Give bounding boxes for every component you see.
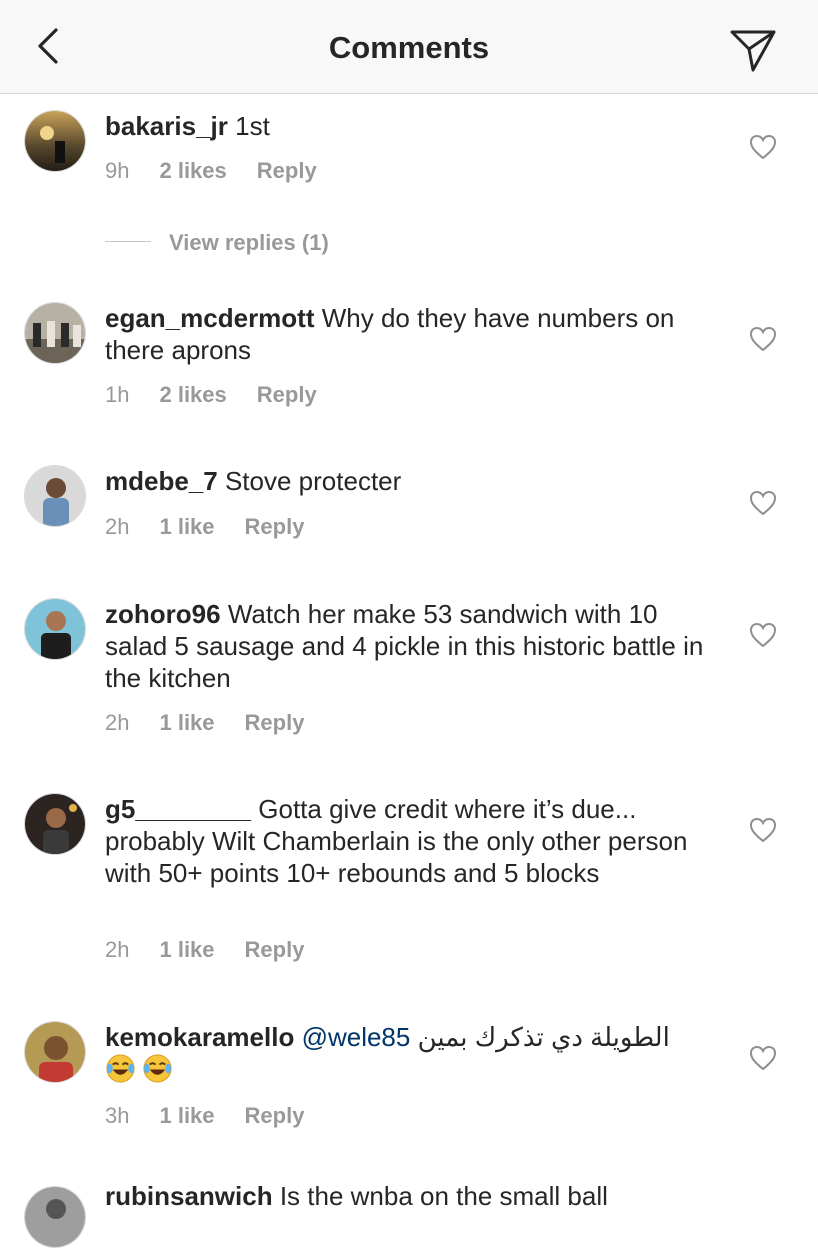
- direct-send-button[interactable]: [726, 24, 780, 76]
- reply-button[interactable]: Reply: [245, 937, 305, 962]
- avatar[interactable]: [24, 110, 86, 172]
- comment-username[interactable]: egan_mcdermott: [105, 303, 315, 333]
- mention-link[interactable]: @wele85: [302, 1022, 411, 1052]
- comment-text: الطويلة دي تذكرك بمين: [417, 1022, 670, 1052]
- likes-count[interactable]: 1 like: [159, 937, 214, 962]
- avatar[interactable]: [24, 465, 86, 527]
- comment-username[interactable]: bakaris_jr: [105, 111, 228, 141]
- comment-username[interactable]: rubinsanwich: [105, 1181, 273, 1211]
- heart-icon[interactable]: [749, 490, 777, 516]
- view-replies-button[interactable]: View replies (1): [105, 230, 329, 258]
- page-title: Comments: [328, 30, 490, 65]
- likes-count[interactable]: 1 like: [159, 514, 214, 539]
- comment-time: 1h: [105, 382, 130, 407]
- paper-plane-icon: [730, 30, 776, 72]
- divider-line: [105, 240, 151, 242]
- comment-time: 3h: [105, 1103, 130, 1128]
- heart-icon[interactable]: [749, 817, 777, 843]
- heart-icon[interactable]: [749, 622, 777, 648]
- comment-username[interactable]: mdebe_7: [105, 466, 218, 496]
- likes-count[interactable]: 1 like: [159, 710, 214, 735]
- heart-icon[interactable]: [749, 1045, 777, 1071]
- comment-username[interactable]: g5________: [105, 794, 251, 824]
- avatar[interactable]: [24, 598, 86, 660]
- likes-count[interactable]: 1 like: [159, 1103, 214, 1128]
- header: Comments: [0, 0, 818, 94]
- comment-username[interactable]: kemokaramello: [105, 1022, 294, 1052]
- avatar[interactable]: [24, 1021, 86, 1083]
- comment-time: 2h: [105, 710, 130, 735]
- avatar[interactable]: [24, 302, 86, 364]
- avatar[interactable]: [24, 793, 86, 855]
- reply-button[interactable]: Reply: [245, 710, 305, 735]
- tears-of-joy-icon: [143, 1054, 172, 1083]
- comment-text: Is the wnba on the small ball: [279, 1181, 608, 1211]
- comment-text: Stove protecter: [224, 466, 402, 496]
- likes-count[interactable]: 2 likes: [159, 158, 226, 183]
- likes-count[interactable]: 2 likes: [159, 382, 226, 407]
- comment-emoji: [105, 1054, 179, 1084]
- view-replies-label: View replies (1): [169, 230, 329, 255]
- reply-button[interactable]: Reply: [257, 382, 317, 407]
- comment-time: 2h: [105, 937, 130, 962]
- reply-button[interactable]: Reply: [257, 158, 317, 183]
- comment-time: 2h: [105, 514, 130, 539]
- reply-button[interactable]: Reply: [245, 1103, 305, 1128]
- heart-icon[interactable]: [749, 134, 777, 160]
- avatar[interactable]: [24, 1186, 86, 1248]
- comment-username[interactable]: zohoro96: [105, 599, 221, 629]
- comment-time: 9h: [105, 158, 130, 183]
- reply-button[interactable]: Reply: [245, 514, 305, 539]
- comment-text: 1st: [235, 111, 270, 141]
- heart-icon[interactable]: [749, 326, 777, 352]
- tears-of-joy-icon: [106, 1054, 135, 1083]
